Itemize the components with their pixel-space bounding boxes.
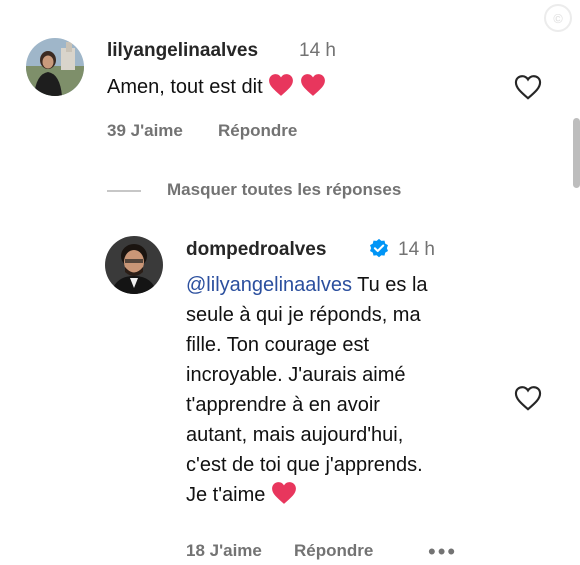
hide-replies-button[interactable]: Masquer toutes les réponses xyxy=(167,180,401,200)
reply-line-2: seule à qui je réponds, ma xyxy=(186,304,421,326)
reply-text-part: Tu es la xyxy=(351,274,428,296)
avatar-dompedroalves[interactable] xyxy=(105,236,163,294)
reply-line-1: @lilyangelinaalves Tu es la xyxy=(186,270,516,300)
comment-username[interactable]: lilyangelinaalves xyxy=(107,40,258,62)
scrollbar-thumb[interactable] xyxy=(573,118,580,188)
avatar-lilyangelinaalves[interactable] xyxy=(26,38,84,96)
reply-text-part: Je t'aime xyxy=(186,484,266,506)
watermark-logo: © xyxy=(544,4,572,32)
comment-timestamp: 14 h xyxy=(299,40,336,61)
like-heart-icon[interactable] xyxy=(513,385,543,411)
reply-button[interactable]: Répondre xyxy=(218,121,297,141)
reply-line-6: autant, mais aujourd'hui, xyxy=(186,424,404,446)
heart-emoji xyxy=(269,74,294,96)
verified-badge-icon xyxy=(370,238,388,258)
comment-text: Amen, tout est dit xyxy=(107,72,326,102)
comment-timestamp: 14 h xyxy=(398,239,435,260)
replies-divider xyxy=(107,190,141,192)
like-count[interactable]: 39 J'aime xyxy=(107,121,183,141)
mention-link[interactable]: @lilyangelinaalves xyxy=(186,274,352,296)
heart-emoji xyxy=(300,74,325,96)
comment-text-body: Amen, tout est dit xyxy=(107,76,263,98)
comment-username[interactable]: dompedroalves xyxy=(186,239,326,261)
like-heart-icon[interactable] xyxy=(513,74,543,100)
heart-emoji xyxy=(272,482,296,504)
more-options-icon[interactable]: ••• xyxy=(428,539,457,565)
reply-line-3: fille. Ton courage est xyxy=(186,334,370,356)
like-count[interactable]: 18 J'aime xyxy=(186,541,262,561)
reply-text: @lilyangelinaalves Tu es la seule à qui … xyxy=(186,270,516,510)
reply-button[interactable]: Répondre xyxy=(294,541,373,561)
reply-line-8: Je t'aime xyxy=(186,480,516,510)
reply-line-7: c'est de toi que j'apprends. xyxy=(186,454,423,476)
reply-line-5: t'apprendre à en avoir xyxy=(186,394,380,416)
reply-line-4: incroyable. J'aurais aimé xyxy=(186,364,406,386)
